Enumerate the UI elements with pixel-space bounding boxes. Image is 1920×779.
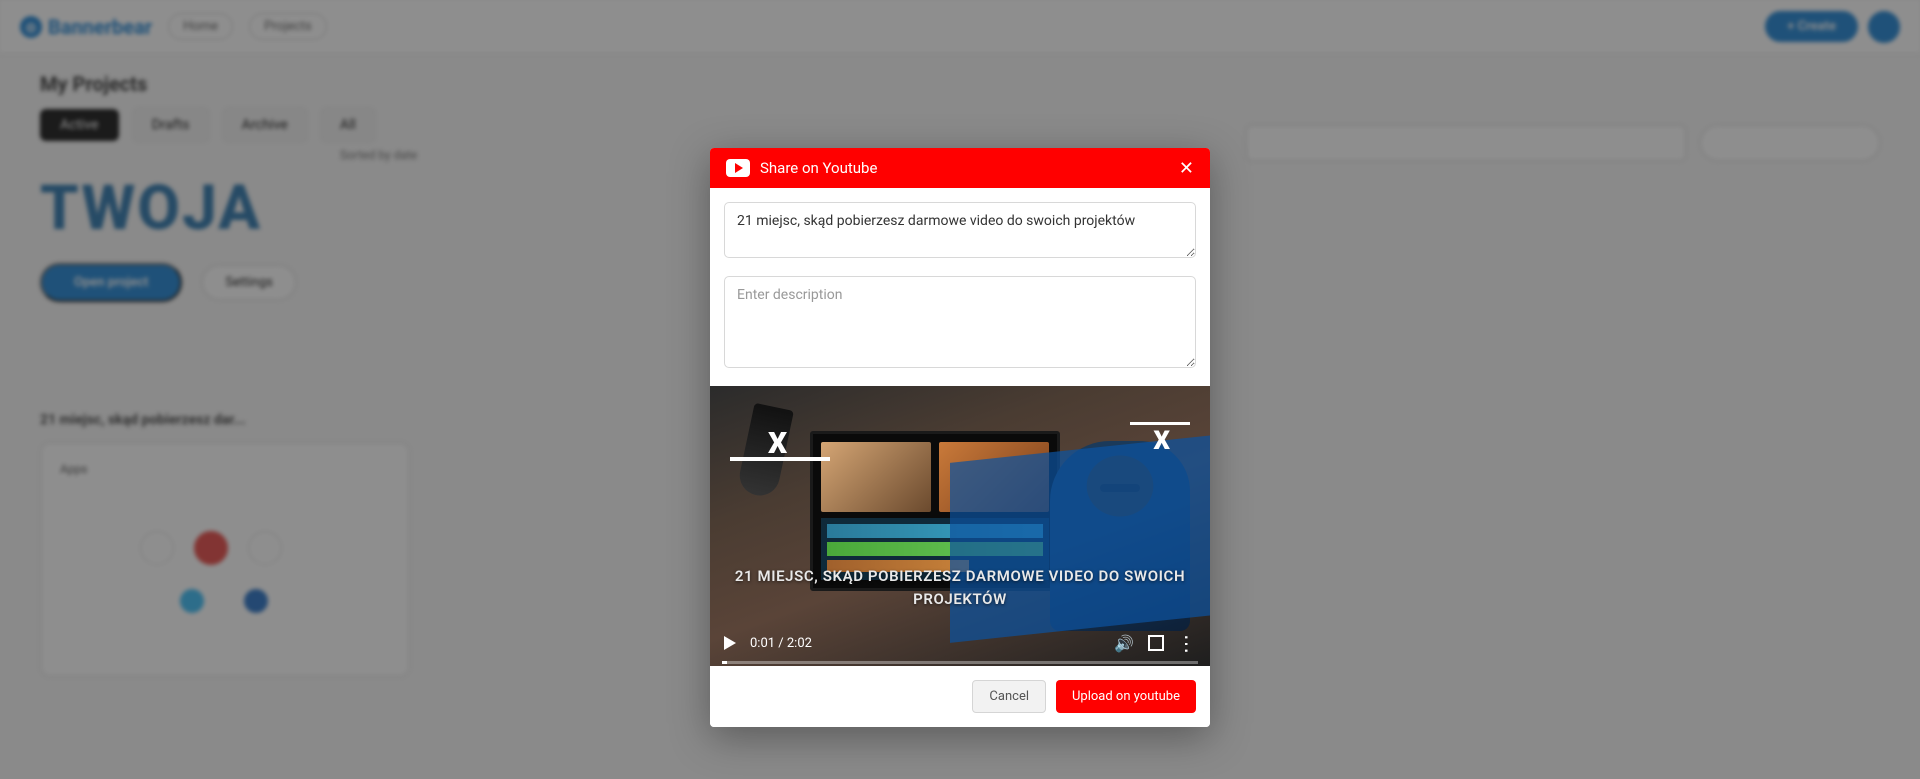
x-mark-right: X <box>1153 426 1170 456</box>
video-progress[interactable] <box>722 661 1198 664</box>
video-description-input[interactable] <box>724 276 1196 368</box>
play-icon[interactable] <box>724 636 736 650</box>
modal-title: Share on Youtube <box>760 159 877 177</box>
fullscreen-icon[interactable] <box>1148 635 1164 651</box>
video-controls: 0:01 / 2:02 🔊 ⋯ <box>710 620 1210 666</box>
video-progress-fill <box>722 661 727 664</box>
video-preview[interactable]: X X 21 MIEJSC, SKĄD POBIERZESZ DARMOWE V… <box>710 386 1210 666</box>
modal-body: X X 21 MIEJSC, SKĄD POBIERZESZ DARMOWE V… <box>710 188 1210 666</box>
upload-button[interactable]: Upload on youtube <box>1056 680 1196 713</box>
modal-footer: Cancel Upload on youtube <box>710 666 1210 727</box>
cancel-button[interactable]: Cancel <box>972 680 1046 713</box>
video-overlay-text: 21 MIEJSC, SKĄD POBIERZESZ DARMOWE VIDEO… <box>710 565 1210 610</box>
more-icon[interactable]: ⋯ <box>1177 634 1197 652</box>
close-icon[interactable]: ✕ <box>1179 158 1194 179</box>
youtube-icon <box>726 159 750 177</box>
volume-icon[interactable]: 🔊 <box>1114 634 1134 653</box>
modal-header: Share on Youtube ✕ <box>710 148 1210 188</box>
video-time: 0:01 / 2:02 <box>750 636 812 651</box>
video-title-input[interactable] <box>724 202 1196 258</box>
share-youtube-modal: Share on Youtube ✕ X X 21 MIEJ <box>710 148 1210 727</box>
preview-band <box>950 429 1210 643</box>
x-mark-left: X <box>768 426 787 461</box>
